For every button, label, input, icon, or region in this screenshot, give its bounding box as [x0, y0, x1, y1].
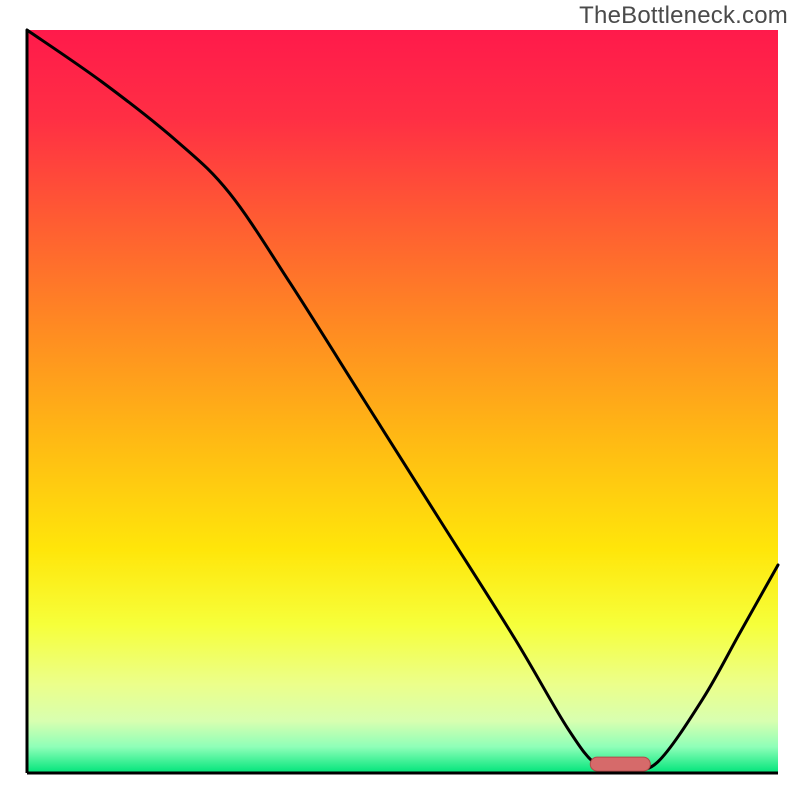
chart-container: { "attribution": "TheBottleneck.com", "c… — [0, 0, 800, 800]
bottleneck-chart — [0, 0, 800, 800]
gradient-panel — [27, 30, 778, 773]
optimum-marker — [590, 757, 650, 771]
